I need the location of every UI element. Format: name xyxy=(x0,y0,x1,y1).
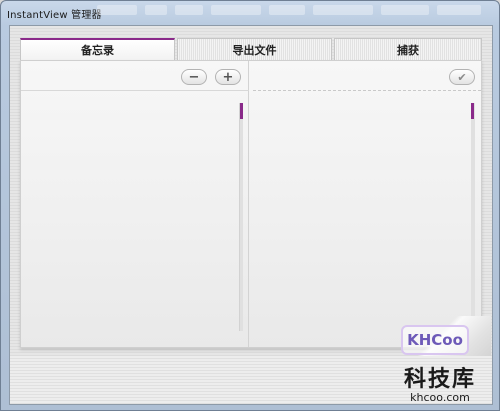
confirm-check-button[interactable]: ✔ xyxy=(449,69,475,85)
memo-list-pane: − + xyxy=(21,61,249,347)
memo-list-scroll-thumb[interactable] xyxy=(240,103,243,119)
memo-list[interactable] xyxy=(21,92,243,347)
background-toolbar-ghost xyxy=(97,5,487,19)
memo-list-toolbar: − + xyxy=(21,61,249,91)
window-title: InstantView 管理器 xyxy=(7,10,102,21)
tab-bar: 备忘录 导出文件 捕获 xyxy=(20,38,482,60)
app-window: InstantView 管理器 备忘录 导出文件 捕获 − + ✔ KHCoo … xyxy=(0,0,500,411)
title-bar[interactable]: InstantView 管理器 xyxy=(1,1,499,25)
tab-export-files[interactable]: 导出文件 xyxy=(177,38,332,60)
memo-content-toolbar: ✔ xyxy=(253,61,481,91)
memo-list-scrollbar[interactable] xyxy=(239,103,243,331)
tab-capture[interactable]: 捕获 xyxy=(334,38,482,60)
memo-content-pane[interactable]: ✔ xyxy=(253,61,481,347)
add-memo-button[interactable]: + xyxy=(215,69,241,85)
watermark-url: khcoo.com xyxy=(410,391,470,404)
memo-content-scrollbar[interactable] xyxy=(471,103,475,331)
remove-memo-button[interactable]: − xyxy=(181,69,207,85)
memo-content-scroll-thumb[interactable] xyxy=(471,103,474,119)
memo-panel: − + ✔ xyxy=(20,60,491,366)
watermark-text: 科技库 xyxy=(403,367,476,392)
watermark: KHCoo 科技库 khcoo.com xyxy=(377,319,497,409)
watermark-logo: KHCoo xyxy=(401,325,469,355)
tab-memo[interactable]: 备忘录 xyxy=(20,38,175,60)
